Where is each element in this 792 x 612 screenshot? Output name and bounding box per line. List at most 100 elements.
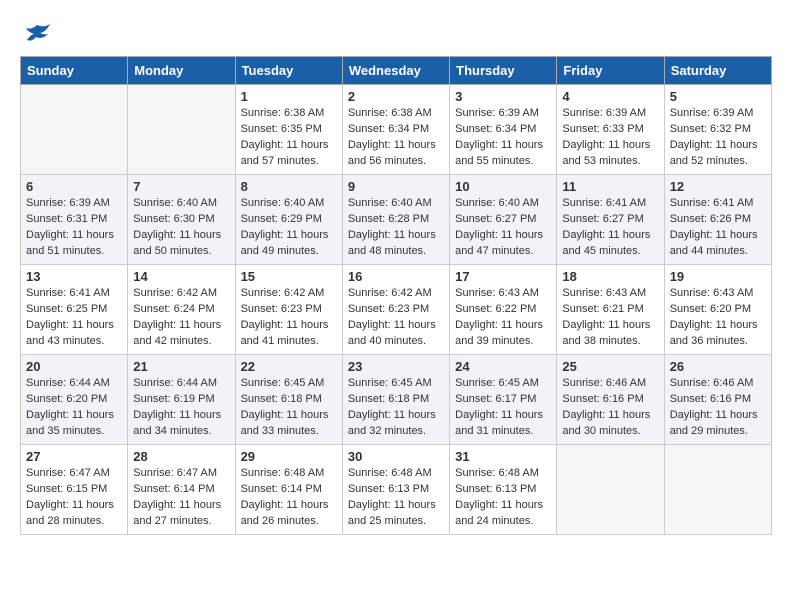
calendar-cell: 26Sunrise: 6:46 AM Sunset: 6:16 PM Dayli… <box>664 355 771 445</box>
calendar-cell <box>21 85 128 175</box>
day-info: Sunrise: 6:38 AM Sunset: 6:35 PM Dayligh… <box>241 107 329 167</box>
calendar-cell: 9Sunrise: 6:40 AM Sunset: 6:28 PM Daylig… <box>342 175 449 265</box>
day-number: 13 <box>26 269 122 284</box>
day-info: Sunrise: 6:48 AM Sunset: 6:13 PM Dayligh… <box>348 467 436 527</box>
day-info: Sunrise: 6:40 AM Sunset: 6:27 PM Dayligh… <box>455 197 543 257</box>
header-wednesday: Wednesday <box>342 57 449 85</box>
page-header <box>20 20 772 46</box>
calendar-cell: 15 Sunrise: 6:42 AM Sunset: 6:23 PM Dayli… <box>235 265 342 355</box>
calendar-cell <box>557 445 664 535</box>
day-info: Sunrise: 6:42 AM Sunset: 6:24 PM Dayligh… <box>133 287 221 347</box>
week-row-4: 20 Sunrise: 6:44 AM Sunset: 6:20 PM Dayli… <box>21 355 772 445</box>
day-info: Sunrise: 6:45 AM Sunset: 6:18 PM Dayligh… <box>348 377 436 437</box>
day-number: 11 <box>562 179 658 194</box>
calendar-cell: 20 Sunrise: 6:44 AM Sunset: 6:20 PM Dayli… <box>21 355 128 445</box>
day-number: 29 <box>241 449 337 464</box>
day-info: Sunrise: 6:43 AM Sunset: 6:20 PM Dayligh… <box>670 287 758 347</box>
day-number: 22 <box>241 359 337 374</box>
day-number: 7 <box>133 179 229 194</box>
day-number: 2 <box>348 89 444 104</box>
calendar-cell: 18 Sunrise: 6:43 AM Sunset: 6:21 PM Dayli… <box>557 265 664 355</box>
logo <box>20 20 54 46</box>
day-info: Sunrise: 6:46 AM Sunset: 6:16 PM Dayligh… <box>670 377 758 437</box>
calendar-cell: 21Sunrise: 6:44 AM Sunset: 6:19 PM Dayli… <box>128 355 235 445</box>
day-info: Sunrise: 6:39 AM Sunset: 6:33 PM Dayligh… <box>562 107 650 167</box>
day-info: Sunrise: 6:38 AM Sunset: 6:34 PM Dayligh… <box>348 107 436 167</box>
calendar-cell <box>664 445 771 535</box>
calendar-cell: 11 Sunrise: 6:41 AM Sunset: 6:27 PM Dayli… <box>557 175 664 265</box>
day-number: 28 <box>133 449 229 464</box>
week-row-2: 6 Sunrise: 6:39 AM Sunset: 6:31 PM Daylig… <box>21 175 772 265</box>
day-info: Sunrise: 6:39 AM Sunset: 6:32 PM Dayligh… <box>670 107 758 167</box>
day-info: Sunrise: 6:41 AM Sunset: 6:25 PM Dayligh… <box>26 287 114 347</box>
day-number: 5 <box>670 89 766 104</box>
logo-bird-icon <box>22 20 52 50</box>
week-row-5: 27 Sunrise: 6:47 AM Sunset: 6:15 PM Dayli… <box>21 445 772 535</box>
calendar-cell: 27 Sunrise: 6:47 AM Sunset: 6:15 PM Dayli… <box>21 445 128 535</box>
header-thursday: Thursday <box>450 57 557 85</box>
calendar-cell: 22 Sunrise: 6:45 AM Sunset: 6:18 PM Dayli… <box>235 355 342 445</box>
header-friday: Friday <box>557 57 664 85</box>
day-info: Sunrise: 6:45 AM Sunset: 6:18 PM Dayligh… <box>241 377 329 437</box>
day-info: Sunrise: 6:40 AM Sunset: 6:29 PM Dayligh… <box>241 197 329 257</box>
day-info: Sunrise: 6:43 AM Sunset: 6:21 PM Dayligh… <box>562 287 650 347</box>
header-sunday: Sunday <box>21 57 128 85</box>
calendar-table: SundayMondayTuesdayWednesdayThursdayFrid… <box>20 56 772 535</box>
calendar-cell: 25Sunrise: 6:46 AM Sunset: 6:16 PM Dayli… <box>557 355 664 445</box>
day-info: Sunrise: 6:42 AM Sunset: 6:23 PM Dayligh… <box>348 287 436 347</box>
day-number: 19 <box>670 269 766 284</box>
day-number: 30 <box>348 449 444 464</box>
calendar-cell: 6 Sunrise: 6:39 AM Sunset: 6:31 PM Daylig… <box>21 175 128 265</box>
header-row: SundayMondayTuesdayWednesdayThursdayFrid… <box>21 57 772 85</box>
day-number: 24 <box>455 359 551 374</box>
calendar-cell: 29Sunrise: 6:48 AM Sunset: 6:14 PM Dayli… <box>235 445 342 535</box>
day-number: 8 <box>241 179 337 194</box>
calendar-cell: 30 Sunrise: 6:48 AM Sunset: 6:13 PM Dayli… <box>342 445 449 535</box>
calendar-cell: 31 Sunrise: 6:48 AM Sunset: 6:13 PM Dayli… <box>450 445 557 535</box>
calendar-cell: 23 Sunrise: 6:45 AM Sunset: 6:18 PM Dayli… <box>342 355 449 445</box>
calendar-cell: 24 Sunrise: 6:45 AM Sunset: 6:17 PM Dayli… <box>450 355 557 445</box>
calendar-cell: 7 Sunrise: 6:40 AM Sunset: 6:30 PM Daylig… <box>128 175 235 265</box>
day-number: 20 <box>26 359 122 374</box>
day-number: 9 <box>348 179 444 194</box>
day-info: Sunrise: 6:41 AM Sunset: 6:26 PM Dayligh… <box>670 197 758 257</box>
day-number: 27 <box>26 449 122 464</box>
week-row-3: 13 Sunrise: 6:41 AM Sunset: 6:25 PM Dayli… <box>21 265 772 355</box>
calendar-cell: 5 Sunrise: 6:39 AM Sunset: 6:32 PM Daylig… <box>664 85 771 175</box>
day-number: 14 <box>133 269 229 284</box>
calendar-cell: 28 Sunrise: 6:47 AM Sunset: 6:14 PM Dayli… <box>128 445 235 535</box>
day-number: 10 <box>455 179 551 194</box>
header-saturday: Saturday <box>664 57 771 85</box>
day-info: Sunrise: 6:46 AM Sunset: 6:16 PM Dayligh… <box>562 377 650 437</box>
calendar-cell: 17Sunrise: 6:43 AM Sunset: 6:22 PM Dayli… <box>450 265 557 355</box>
day-info: Sunrise: 6:47 AM Sunset: 6:14 PM Dayligh… <box>133 467 221 527</box>
day-number: 6 <box>26 179 122 194</box>
day-info: Sunrise: 6:39 AM Sunset: 6:31 PM Dayligh… <box>26 197 114 257</box>
day-info: Sunrise: 6:39 AM Sunset: 6:34 PM Dayligh… <box>455 107 543 167</box>
day-info: Sunrise: 6:44 AM Sunset: 6:20 PM Dayligh… <box>26 377 114 437</box>
day-number: 31 <box>455 449 551 464</box>
day-number: 18 <box>562 269 658 284</box>
day-info: Sunrise: 6:40 AM Sunset: 6:30 PM Dayligh… <box>133 197 221 257</box>
day-number: 1 <box>241 89 337 104</box>
week-row-1: 1 Sunrise: 6:38 AM Sunset: 6:35 PM Daylig… <box>21 85 772 175</box>
calendar-cell: 14 Sunrise: 6:42 AM Sunset: 6:24 PM Dayli… <box>128 265 235 355</box>
day-info: Sunrise: 6:45 AM Sunset: 6:17 PM Dayligh… <box>455 377 543 437</box>
day-number: 23 <box>348 359 444 374</box>
day-info: Sunrise: 6:48 AM Sunset: 6:13 PM Dayligh… <box>455 467 543 527</box>
header-monday: Monday <box>128 57 235 85</box>
calendar-cell: 3 Sunrise: 6:39 AM Sunset: 6:34 PM Daylig… <box>450 85 557 175</box>
day-number: 4 <box>562 89 658 104</box>
header-tuesday: Tuesday <box>235 57 342 85</box>
calendar-cell: 2 Sunrise: 6:38 AM Sunset: 6:34 PM Daylig… <box>342 85 449 175</box>
day-number: 12 <box>670 179 766 194</box>
day-number: 15 <box>241 269 337 284</box>
day-info: Sunrise: 6:47 AM Sunset: 6:15 PM Dayligh… <box>26 467 114 527</box>
day-info: Sunrise: 6:42 AM Sunset: 6:23 PM Dayligh… <box>241 287 329 347</box>
day-info: Sunrise: 6:41 AM Sunset: 6:27 PM Dayligh… <box>562 197 650 257</box>
day-number: 3 <box>455 89 551 104</box>
day-number: 16 <box>348 269 444 284</box>
calendar-cell: 12 Sunrise: 6:41 AM Sunset: 6:26 PM Dayli… <box>664 175 771 265</box>
calendar-cell: 19 Sunrise: 6:43 AM Sunset: 6:20 PM Dayli… <box>664 265 771 355</box>
calendar-cell: 13 Sunrise: 6:41 AM Sunset: 6:25 PM Dayli… <box>21 265 128 355</box>
